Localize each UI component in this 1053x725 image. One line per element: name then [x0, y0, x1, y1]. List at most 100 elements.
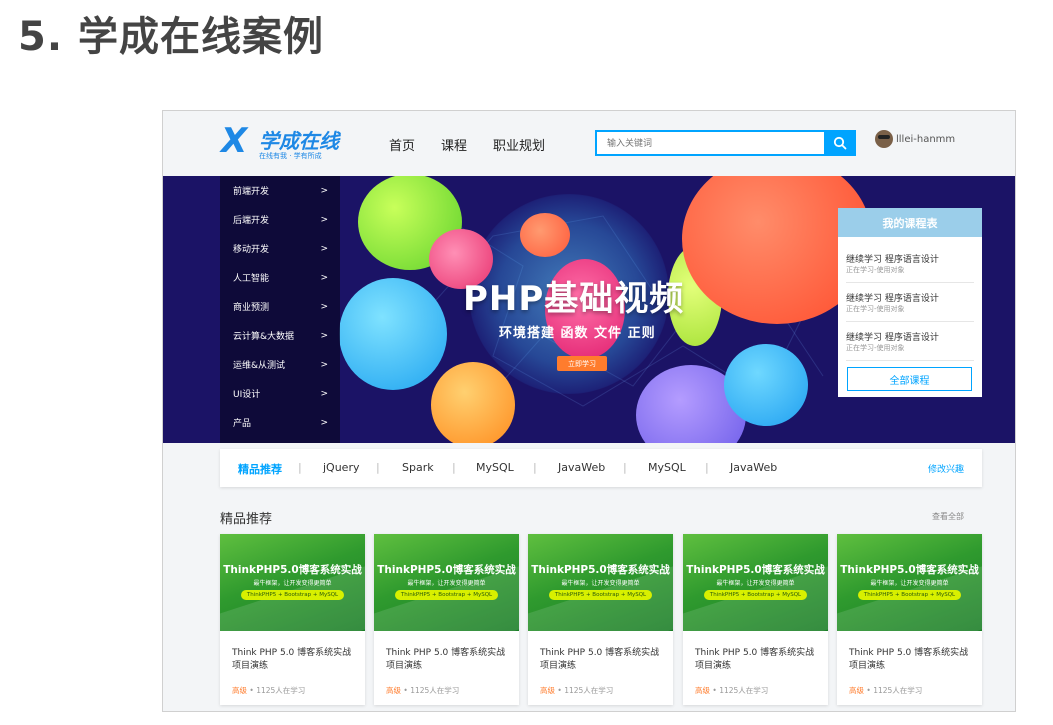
tab-featured[interactable]: 精品推荐 — [238, 461, 282, 477]
thumb-tech-badge: ThinkPHP5 + Bootstrap + MySQL — [549, 590, 652, 600]
menu-item-label: 后端开发 — [233, 216, 270, 226]
course-card[interactable]: ThinkPHP5.0博客系统实战 最牛框架，让开发变得更简单 ThinkPHP… — [528, 534, 673, 705]
tab-javaweb[interactable]: JavaWeb — [558, 461, 605, 474]
menu-item-ui[interactable]: UI设计 > — [220, 379, 340, 408]
tab-spark[interactable]: Spark — [402, 461, 434, 474]
thumb-title: ThinkPHP5.0博客系统实战 — [686, 564, 825, 576]
chevron-right-icon: > — [320, 359, 328, 370]
thumb-title: ThinkPHP5.0博客系统实战 — [377, 564, 516, 576]
learner-count: • 1125人在学习 — [403, 686, 460, 695]
course-level: 高级 — [695, 686, 710, 695]
nav-item-career[interactable]: 职业规划 — [493, 135, 545, 154]
tab-separator: | — [298, 461, 302, 474]
course-name: Think PHP 5.0 博客系统实战项目演练 — [849, 648, 969, 671]
thumb-tech-badge: ThinkPHP5 + Bootstrap + MySQL — [395, 590, 498, 600]
chevron-right-icon: > — [320, 214, 328, 225]
thumb-tech-badge: ThinkPHP5 + Bootstrap + MySQL — [241, 590, 344, 600]
menu-item-mobile[interactable]: 移动开发 > — [220, 234, 340, 263]
course-level: 高级 — [849, 686, 864, 695]
course-meta: 高级 • 1125人在学习 — [849, 685, 922, 696]
edit-interests-link[interactable]: 修改兴趣 — [928, 462, 964, 475]
menu-item-cloud[interactable]: 云计算&大数据 > — [220, 321, 340, 350]
banner-title: PHP基础视频 — [463, 279, 685, 319]
menu-item-ai[interactable]: 人工智能 > — [220, 263, 340, 292]
course-name: Think PHP 5.0 博客系统实战项目演练 — [232, 648, 352, 671]
logo-x-icon: X — [221, 121, 248, 161]
course-meta: 高级 • 1125人在学习 — [232, 685, 305, 696]
search-input[interactable] — [595, 130, 824, 156]
course-row[interactable]: 继续学习 程序语言设计 正在学习-使用对象 — [846, 283, 974, 322]
course-title: 继续学习 程序语言设计 — [846, 333, 939, 343]
learner-count: • 1125人在学习 — [557, 686, 614, 695]
course-card[interactable]: ThinkPHP5.0博客系统实战 最牛框架，让开发变得更简单 ThinkPHP… — [837, 534, 982, 705]
learner-count: • 1125人在学习 — [866, 686, 923, 695]
chevron-right-icon: > — [320, 330, 328, 341]
website-frame: X 学成在线 在线有我 · 学有所成 首页 课程 职业规划 lllei-hanm… — [162, 110, 1016, 712]
course-status: 正在学习-使用对象 — [846, 266, 905, 274]
menu-item-label: 云计算&大数据 — [233, 332, 295, 342]
course-card[interactable]: ThinkPHP5.0博客系统实战 最牛框架，让开发变得更简单 ThinkPHP… — [374, 534, 519, 705]
thumb-tech-badge: ThinkPHP5 + Bootstrap + MySQL — [858, 590, 961, 600]
course-row[interactable]: 继续学习 程序语言设计 正在学习-使用对象 — [846, 244, 974, 283]
course-thumbnail: ThinkPHP5.0博客系统实战 最牛框架，让开发变得更简单 ThinkPHP… — [837, 534, 982, 631]
tab-jquery[interactable]: jQuery — [323, 461, 360, 474]
course-thumbnail: ThinkPHP5.0博客系统实战 最牛框架，让开发变得更简单 ThinkPHP… — [528, 534, 673, 631]
search-button[interactable] — [824, 130, 856, 156]
avatar — [875, 130, 893, 148]
course-thumbnail: ThinkPHP5.0博客系统实战 最牛框架，让开发变得更简单 ThinkPHP… — [683, 534, 828, 631]
chevron-right-icon: > — [320, 243, 328, 254]
course-table-title: 我的课程表 — [838, 208, 982, 237]
thumb-subtitle: 最牛框架，让开发变得更简单 — [253, 580, 332, 587]
decor-blue-ball — [339, 278, 447, 390]
tab-javaweb-2[interactable]: JavaWeb — [730, 461, 777, 474]
course-meta: 高级 • 1125人在学习 — [695, 685, 768, 696]
thumb-subtitle: 最牛框架，让开发变得更简单 — [716, 580, 795, 587]
user-name: lllei-hanmm — [896, 133, 956, 145]
all-courses-button[interactable]: 全部课程 — [847, 367, 972, 391]
nav-item-home[interactable]: 首页 — [389, 135, 415, 154]
course-level: 高级 — [540, 686, 555, 695]
chevron-right-icon: > — [320, 388, 328, 399]
course-card[interactable]: ThinkPHP5.0博客系统实战 最牛框架，让开发变得更简单 ThinkPHP… — [220, 534, 365, 705]
course-row[interactable]: 继续学习 程序语言设计 正在学习-使用对象 — [846, 322, 974, 361]
user-info[interactable]: lllei-hanmm — [875, 130, 955, 148]
view-all-link[interactable]: 查看全部 — [932, 511, 964, 522]
menu-item-label: 人工智能 — [233, 274, 270, 284]
chevron-right-icon: > — [320, 301, 328, 312]
thumb-title: ThinkPHP5.0博客系统实战 — [840, 564, 979, 576]
search-icon — [833, 136, 847, 150]
start-learning-button[interactable]: 立即学习 — [557, 356, 607, 371]
course-level: 高级 — [386, 686, 401, 695]
menu-item-backend[interactable]: 后端开发 > — [220, 205, 340, 234]
course-level: 高级 — [232, 686, 247, 695]
tab-mysql-2[interactable]: MySQL — [648, 461, 686, 474]
site-logo[interactable]: X 学成在线 在线有我 · 学有所成 — [221, 121, 351, 161]
chevron-right-icon: > — [320, 272, 328, 283]
slide-title: 5. 学成在线案例 — [18, 14, 324, 60]
course-name: Think PHP 5.0 博客系统实战项目演练 — [386, 648, 506, 671]
menu-item-business[interactable]: 商业预测 > — [220, 292, 340, 321]
banner-subtitle: 环境搭建 函数 文件 正则 — [499, 326, 656, 341]
menu-item-product[interactable]: 产品 > — [220, 408, 340, 437]
logo-text: 学成在线 — [259, 129, 339, 153]
menu-item-label: 移动开发 — [233, 245, 270, 255]
main-nav: 首页 课程 职业规划 — [389, 135, 545, 154]
menu-item-ops[interactable]: 运维&从测试 > — [220, 350, 340, 379]
menu-item-label: 前端开发 — [233, 187, 270, 197]
my-course-table: 我的课程表 继续学习 程序语言设计 正在学习-使用对象 继续学习 程序语言设计 … — [838, 208, 982, 397]
thumb-subtitle: 最牛框架，让开发变得更简单 — [561, 580, 640, 587]
chevron-right-icon: > — [320, 417, 328, 428]
nav-item-courses[interactable]: 课程 — [441, 135, 467, 154]
course-title: 继续学习 程序语言设计 — [846, 294, 939, 304]
menu-item-label: 运维&从测试 — [233, 361, 286, 371]
learner-count: • 1125人在学习 — [712, 686, 769, 695]
course-status: 正在学习-使用对象 — [846, 344, 905, 352]
interest-tab-bar: 精品推荐 | jQuery | Spark | MySQL | JavaWeb … — [220, 449, 982, 487]
menu-item-frontend[interactable]: 前端开发 > — [220, 176, 340, 205]
logo-slogan: 在线有我 · 学有所成 — [259, 152, 322, 160]
course-card[interactable]: ThinkPHP5.0博客系统实战 最牛框架，让开发变得更简单 ThinkPHP… — [683, 534, 828, 705]
tab-mysql[interactable]: MySQL — [476, 461, 514, 474]
tab-separator: | — [705, 461, 709, 474]
thumb-tech-badge: ThinkPHP5 + Bootstrap + MySQL — [704, 590, 807, 600]
site-header: X 学成在线 在线有我 · 学有所成 首页 课程 职业规划 lllei-hanm… — [163, 111, 1015, 176]
